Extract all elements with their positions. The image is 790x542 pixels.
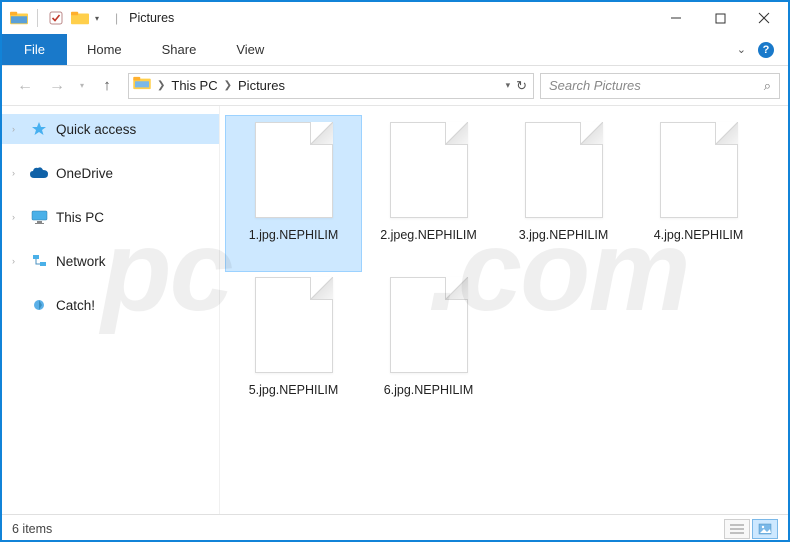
tab-home[interactable]: Home	[67, 34, 142, 65]
window-controls	[654, 3, 786, 33]
file-icon	[525, 122, 603, 218]
ribbon-end: ⌄ ?	[737, 34, 788, 65]
monitor-icon	[30, 208, 48, 226]
details-view-button[interactable]	[724, 519, 750, 539]
file-item[interactable]: 3.jpg.NEPHILIM	[496, 116, 631, 271]
minimize-button[interactable]	[654, 3, 698, 33]
crumb-sep-icon[interactable]: ❯	[155, 80, 167, 91]
qat-separator	[37, 9, 38, 27]
ribbon: File Home Share View ⌄ ?	[2, 34, 788, 66]
file-name: 6.jpg.NEPHILIM	[384, 383, 474, 398]
navigation-pane: › Quick access › OneDrive › This PC ›	[2, 106, 220, 514]
file-icon	[390, 122, 468, 218]
sidebar-item-this-pc[interactable]: › This PC	[2, 202, 219, 232]
chevron-right-icon[interactable]: ›	[12, 256, 15, 266]
status-count: 6 items	[12, 522, 52, 536]
sidebar-item-label: Quick access	[56, 122, 136, 137]
search-placeholder: Search Pictures	[549, 78, 641, 93]
file-name: 1.jpg.NEPHILIM	[249, 228, 339, 243]
qat-dropdown-icon[interactable]: ▾	[95, 14, 107, 23]
chevron-right-icon[interactable]: ›	[12, 168, 15, 178]
address-bar: ← → ▾ ↑ ❯ This PC ❯ Pictures ▾ ↻ Search …	[2, 66, 788, 106]
catch-icon	[30, 296, 48, 314]
quick-access-toolbar: ▾	[4, 9, 107, 27]
cloud-icon	[30, 164, 48, 182]
up-button[interactable]: ↑	[92, 71, 122, 101]
file-icon	[660, 122, 738, 218]
address-field[interactable]: ❯ This PC ❯ Pictures ▾ ↻	[128, 73, 534, 99]
network-icon	[30, 252, 48, 270]
file-name: 2.jpeg.NEPHILIM	[380, 228, 477, 243]
chevron-right-icon[interactable]: ›	[12, 124, 15, 134]
file-icon	[255, 122, 333, 218]
status-bar: 6 items	[2, 514, 788, 542]
title-divider: |	[115, 11, 118, 25]
file-name: 3.jpg.NEPHILIM	[519, 228, 609, 243]
close-button[interactable]	[742, 3, 786, 33]
chevron-right-icon[interactable]: ›	[12, 212, 15, 222]
refresh-icon[interactable]: ↻	[516, 78, 529, 94]
sidebar-item-label: Catch!	[56, 298, 95, 313]
tab-share[interactable]: Share	[142, 34, 217, 65]
file-item[interactable]: 6.jpg.NEPHILIM	[361, 271, 496, 426]
file-icon	[255, 277, 333, 373]
file-item[interactable]: 1.jpg.NEPHILIM	[226, 116, 361, 271]
breadcrumb-root[interactable]: This PC	[167, 78, 221, 93]
properties-icon[interactable]	[47, 9, 65, 27]
sidebar-item-catch[interactable]: Catch!	[2, 290, 219, 320]
search-input[interactable]: Search Pictures ⌕	[540, 73, 780, 99]
sidebar-item-quick-access[interactable]: › Quick access	[2, 114, 219, 144]
thumbnails-view-button[interactable]	[752, 519, 778, 539]
star-icon	[30, 120, 48, 138]
explorer-icon	[10, 9, 28, 27]
file-name: 4.jpg.NEPHILIM	[654, 228, 744, 243]
file-item[interactable]: 5.jpg.NEPHILIM	[226, 271, 361, 426]
window-title: Pictures	[129, 11, 174, 25]
forward-button[interactable]: →	[42, 71, 72, 101]
sidebar-item-onedrive[interactable]: › OneDrive	[2, 158, 219, 188]
ribbon-collapse-icon[interactable]: ⌄	[737, 43, 746, 56]
search-icon: ⌕	[764, 78, 771, 94]
new-folder-icon[interactable]	[71, 9, 89, 27]
file-item[interactable]: 4.jpg.NEPHILIM	[631, 116, 766, 271]
file-icon	[390, 277, 468, 373]
history-dropdown-icon[interactable]: ▾	[74, 71, 90, 101]
maximize-button[interactable]	[698, 3, 742, 33]
sidebar-item-network[interactable]: › Network	[2, 246, 219, 276]
addr-dropdown-icon[interactable]: ▾	[506, 80, 511, 91]
title-bar: ▾ | Pictures	[2, 2, 788, 34]
file-tab[interactable]: File	[2, 34, 67, 65]
help-icon[interactable]: ?	[758, 42, 774, 58]
title-wrap: | Pictures	[113, 11, 174, 25]
breadcrumb-folder[interactable]: Pictures	[234, 78, 289, 93]
folder-icon	[133, 76, 151, 95]
sidebar-item-label: OneDrive	[56, 166, 113, 181]
sidebar-item-label: Network	[56, 254, 106, 269]
back-button[interactable]: ←	[10, 71, 40, 101]
file-name: 5.jpg.NEPHILIM	[249, 383, 339, 398]
crumb-sep-icon[interactable]: ❯	[222, 80, 234, 91]
tab-view[interactable]: View	[216, 34, 284, 65]
file-item[interactable]: 2.jpeg.NEPHILIM	[361, 116, 496, 271]
sidebar-item-label: This PC	[56, 210, 104, 225]
file-list[interactable]: 1.jpg.NEPHILIM 2.jpeg.NEPHILIM 3.jpg.NEP…	[220, 106, 788, 514]
